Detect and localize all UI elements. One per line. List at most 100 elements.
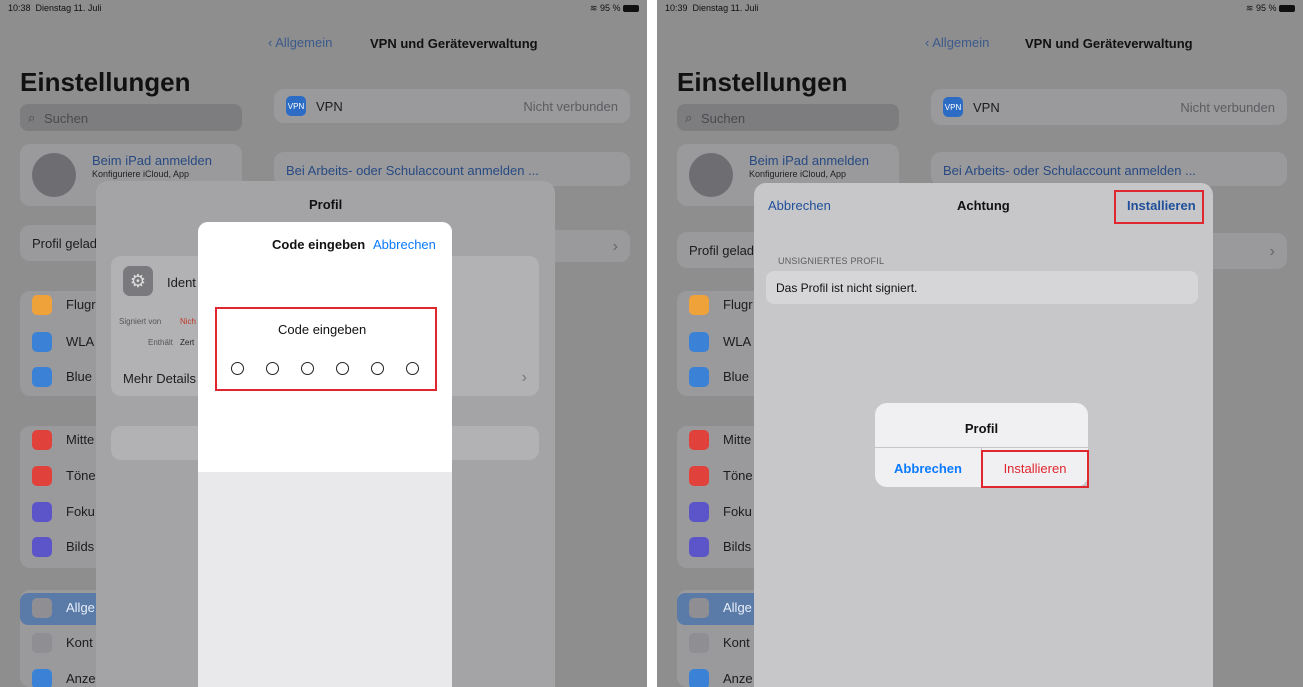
battery-level: 95 % — [1255, 3, 1277, 13]
sidebar-item-label[interactable]: Bilds — [66, 539, 94, 554]
unsigned-message-card: Das Profil ist nicht signiert. — [766, 271, 1198, 304]
focus-moon-icon — [689, 502, 709, 522]
account-title: Beim iPad anmelden — [749, 153, 869, 168]
screentime-hourglass-icon — [689, 537, 709, 557]
account-subtitle: Konfiguriere iCloud, App — [92, 169, 190, 179]
status-bar: 10:38 Dienstag 11. Juli ≋ 95 % — [0, 0, 647, 16]
avatar — [32, 153, 76, 197]
display-aa-icon — [689, 669, 709, 687]
bluetooth-icon — [32, 367, 52, 387]
vpn-label: VPN — [316, 99, 343, 114]
profile-sheet-title: Profil — [309, 197, 343, 212]
settings-title: Einstellungen — [20, 67, 191, 97]
account-title: Beim iPad anmelden — [92, 153, 212, 168]
status-date: Dienstag 11. Juli — [35, 3, 102, 13]
nav-title: VPN und Geräteverwaltung — [1025, 36, 1193, 51]
status-time: 10:38 — [8, 3, 31, 13]
search-icon: ⌕ — [28, 110, 36, 125]
work-account-row[interactable]: Bei Arbeits- oder Schulaccount anmelden … — [931, 152, 1287, 186]
screentime-hourglass-icon — [32, 537, 52, 557]
back-button[interactable]: ‹ Allgemein — [268, 35, 332, 50]
settings-title: Einstellungen — [677, 67, 848, 97]
sidebar-item-label[interactable]: WLA — [66, 334, 94, 349]
code-cancel-button[interactable]: Abbrechen — [373, 237, 436, 252]
sidebar-item-label[interactable]: Flugr — [723, 297, 753, 312]
sidebar-item-label[interactable]: Flugr — [66, 297, 96, 312]
search-placeholder: Suchen — [701, 111, 746, 126]
sidebar-item-label[interactable]: Anze — [66, 671, 96, 686]
sidebar-item-label[interactable]: Foku — [66, 504, 95, 519]
battery-icon — [1279, 5, 1295, 13]
sidebar-item-label[interactable]: Allge — [66, 600, 95, 615]
status-date: Dienstag 11. Juli — [692, 3, 759, 13]
sidebar-item-label[interactable]: Töne — [66, 468, 96, 483]
account-subtitle: Konfiguriere iCloud, App — [749, 169, 847, 179]
vpn-row[interactable]: VPN VPN Nicht verbunden — [274, 89, 630, 123]
screenshot-code-entry: 10:38 Dienstag 11. Juli ≋ 95 % ‹ Allgeme… — [0, 0, 647, 687]
wifi-icon: ≋ — [1245, 3, 1254, 13]
profile-loaded-label: Profil gelad — [689, 243, 755, 258]
sounds-icon — [689, 466, 709, 486]
search-input[interactable]: ⌕ Suchen — [677, 104, 899, 131]
profile-identity: Ident — [167, 275, 196, 290]
sidebar-item-label[interactable]: Blue — [723, 369, 749, 384]
nav-title: VPN und Geräteverwaltung — [370, 36, 538, 51]
vpn-row[interactable]: VPN VPN Nicht verbunden — [931, 89, 1287, 125]
highlight-passcode — [215, 307, 437, 391]
search-icon: ⌕ — [685, 110, 693, 125]
focus-moon-icon — [32, 502, 52, 522]
work-account-link: Bei Arbeits- oder Schulaccount anmelden … — [286, 163, 539, 178]
sidebar-item-label[interactable]: Blue — [66, 369, 92, 384]
highlight-install-alert — [981, 450, 1089, 488]
chevron-left-icon: ‹ — [925, 35, 930, 50]
warning-title: Achtung — [957, 198, 1010, 213]
notifications-icon — [32, 430, 52, 450]
wifi-icon — [689, 332, 709, 352]
battery-icon — [623, 5, 639, 13]
work-account-link: Bei Arbeits- oder Schulaccount anmelden … — [943, 163, 1196, 178]
search-input[interactable]: ⌕ Suchen — [20, 104, 242, 131]
settings-gear-icon: ⚙ — [123, 266, 153, 296]
sidebar-item-label[interactable]: Mitte — [66, 432, 94, 447]
code-dialog-title: Code eingeben — [272, 237, 366, 252]
sidebar-item-label[interactable]: Töne — [723, 468, 753, 483]
sidebar-item-label[interactable]: Kont — [723, 635, 750, 650]
sidebar-item-label[interactable]: Mitte — [723, 432, 751, 447]
notifications-icon — [689, 430, 709, 450]
avatar — [689, 153, 733, 197]
chevron-right-icon: › — [612, 238, 618, 255]
sidebar-item-label[interactable]: Kont — [66, 635, 93, 650]
sidebar-item-label[interactable]: Anze — [723, 671, 753, 686]
sidebar-item-label[interactable]: WLA — [723, 334, 751, 349]
control-center-icon — [32, 633, 52, 653]
sidebar-item-label[interactable]: Allge — [723, 600, 752, 615]
screenshot-install-warning: 10:39 Dienstag 11. Juli ≋ 95 % ‹ Allgeme… — [657, 0, 1303, 687]
alert-title: Profil — [964, 421, 999, 436]
unsigned-message: Das Profil ist nicht signiert. — [776, 281, 918, 295]
general-gear-icon — [32, 598, 52, 618]
sounds-icon — [32, 466, 52, 486]
signed-by-value: Nich — [180, 317, 197, 326]
control-center-icon — [689, 633, 709, 653]
airplane-icon — [32, 295, 52, 315]
sidebar-item-label[interactable]: Bilds — [723, 539, 751, 554]
chevron-right-icon: › — [521, 369, 527, 386]
bluetooth-icon — [689, 367, 709, 387]
contains-label: Enthält — [148, 338, 173, 347]
display-aa-icon — [32, 669, 52, 687]
more-details-link[interactable]: Mehr Details — [123, 371, 196, 386]
section-header: UNSIGNIERTES PROFIL — [778, 256, 885, 266]
battery-level: 95 % — [599, 3, 621, 13]
status-time: 10:39 — [665, 3, 688, 13]
chevron-left-icon: ‹ — [268, 35, 273, 50]
airplane-icon — [689, 295, 709, 315]
profile-loaded-label: Profil gelad — [32, 236, 98, 251]
warning-cancel-button[interactable]: Abbrechen — [768, 198, 831, 213]
vpn-icon: VPN — [286, 96, 306, 116]
sidebar-item-label[interactable]: Foku — [723, 504, 752, 519]
wifi-icon — [32, 332, 52, 352]
alert-cancel-button[interactable]: Abbrechen — [875, 461, 981, 476]
vpn-status: Nicht verbunden — [1180, 100, 1275, 115]
back-button[interactable]: ‹ Allgemein — [925, 35, 989, 50]
vpn-label: VPN — [973, 100, 1000, 115]
